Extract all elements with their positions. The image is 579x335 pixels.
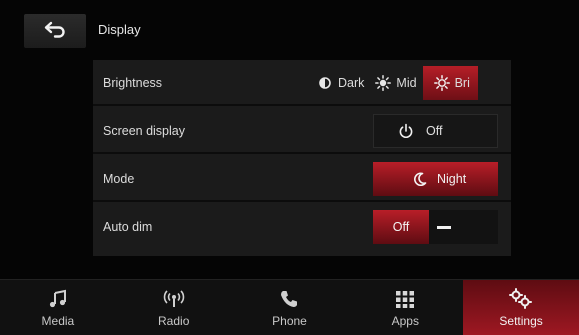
- screen-display-row: Screen display Off: [93, 108, 511, 154]
- apps-grid-icon: [395, 287, 415, 311]
- nav-apps[interactable]: Apps: [347, 280, 463, 335]
- brightness-option-label: Dark: [338, 76, 365, 90]
- brightness-option-dark[interactable]: Dark: [312, 66, 364, 100]
- nav-label: Phone: [272, 314, 307, 328]
- back-button[interactable]: [24, 14, 86, 48]
- settings-panel: Brightness Dark Mid Bri Screen display O…: [93, 60, 511, 256]
- radio-signal-icon: [163, 287, 185, 311]
- gears-icon: [508, 287, 534, 311]
- phone-icon: [279, 287, 299, 311]
- brightness-row: Brightness Dark Mid Bri: [93, 60, 511, 106]
- brightness-selector: Dark Mid Bri: [312, 66, 500, 100]
- moon-icon: [413, 172, 427, 186]
- back-arrow-icon: [43, 20, 67, 43]
- music-note-icon: [48, 287, 68, 311]
- nav-media[interactable]: Media: [0, 280, 116, 335]
- nav-label: Radio: [158, 314, 190, 328]
- mode-button[interactable]: Night: [373, 162, 498, 196]
- page-title: Display: [98, 22, 141, 37]
- auto-dim-label: Auto dim: [103, 220, 153, 234]
- mode-row: Mode Night: [93, 156, 511, 202]
- nav-radio[interactable]: Radio: [116, 280, 232, 335]
- brightness-option-mid[interactable]: Mid: [370, 66, 417, 100]
- nav-phone[interactable]: Phone: [232, 280, 348, 335]
- sun-icon: [374, 74, 392, 92]
- brightness-option-label: Mid: [396, 76, 417, 90]
- brightness-label: Brightness: [103, 76, 163, 90]
- power-icon: [398, 123, 414, 139]
- nav-label: Media: [41, 314, 75, 328]
- nav-label: Apps: [391, 314, 419, 328]
- screen-display-label: Screen display: [103, 124, 185, 138]
- screen-display-value: Off: [426, 124, 443, 138]
- minus-icon: [437, 225, 451, 229]
- bottom-nav: Media Radio Phone Apps Settings: [0, 279, 579, 335]
- mode-value: Night: [437, 172, 467, 186]
- half-circle-icon: [316, 74, 334, 92]
- sun-icon: [433, 74, 451, 92]
- auto-dim-row: Auto dim Off: [93, 204, 511, 250]
- nav-label: Settings: [499, 314, 543, 328]
- auto-dim-off-value: Off: [373, 210, 429, 244]
- auto-dim-toggle[interactable]: Off: [373, 210, 498, 244]
- brightness-option-label: Bri: [454, 76, 470, 90]
- screen-display-button[interactable]: Off: [373, 114, 498, 148]
- display-settings-screen: Display Brightness Dark Mid Bri Screen d…: [0, 0, 579, 335]
- mode-label: Mode: [103, 172, 135, 186]
- nav-settings[interactable]: Settings: [463, 280, 579, 335]
- brightness-option-bri[interactable]: Bri: [422, 66, 478, 100]
